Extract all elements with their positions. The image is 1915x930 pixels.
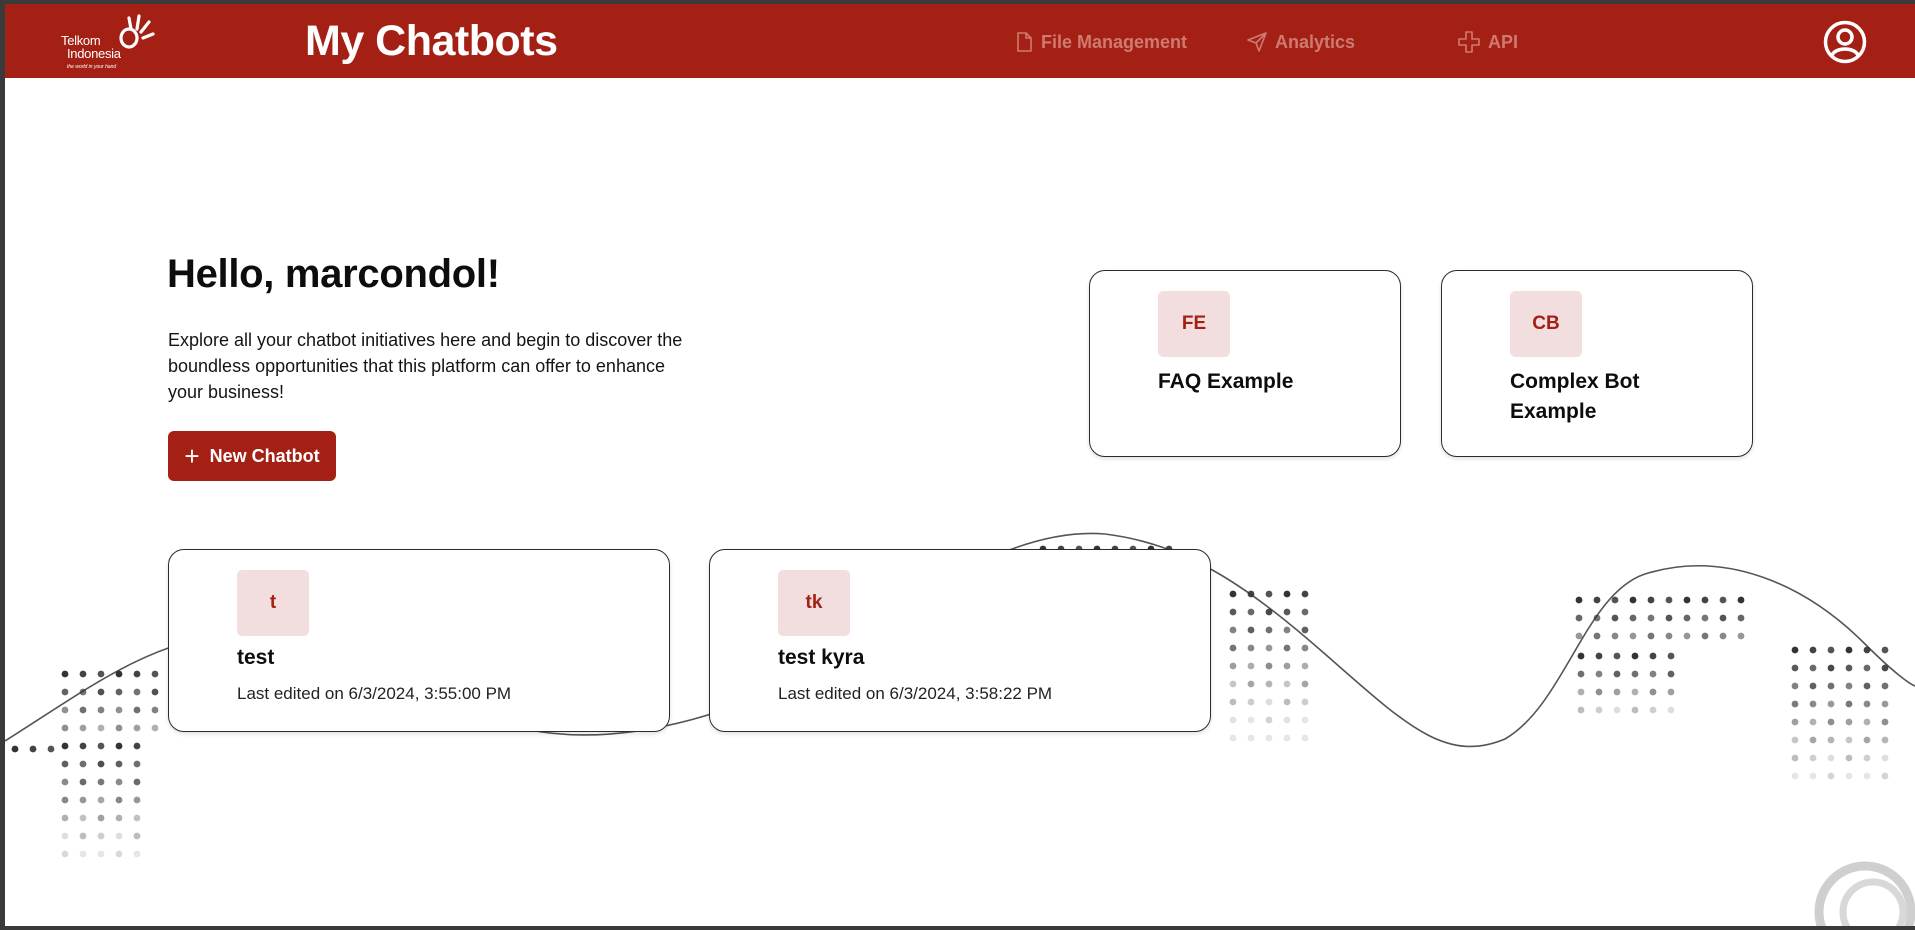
nav-file-management[interactable]: File Management <box>1015 30 1187 54</box>
file-icon <box>1017 32 1032 52</box>
template-title: FAQ Example <box>1158 370 1294 393</box>
nav-api-label: API <box>1488 31 1519 52</box>
template-card-complex-bot-example[interactable]: CB Complex Bot Example <box>1441 270 1753 457</box>
logo-tagline: the world in your hand <box>67 64 117 70</box>
chatbot-card-test-kyra[interactable]: tk test kyra Last edited on 6/3/2024, 3:… <box>709 549 1211 732</box>
nav-analytics[interactable]: Analytics <box>1247 30 1355 54</box>
plus-cross-icon <box>1458 31 1480 53</box>
chatbot-card-test[interactable]: t test Last edited on 6/3/2024, 3:55:00 … <box>168 549 670 732</box>
nav-file-management-label: File Management <box>1041 31 1188 52</box>
chatbot-initials-badge: tk <box>778 570 850 636</box>
logo-line2: Indonesia <box>67 46 121 61</box>
template-card-faq-example[interactable]: FE FAQ Example <box>1089 270 1401 457</box>
intro-text: Explore all your chatbot initiatives her… <box>168 330 683 402</box>
template-initials-badge: FE <box>1158 291 1230 357</box>
nav-analytics-label: Analytics <box>1275 31 1356 52</box>
template-initials-badge: CB <box>1510 291 1582 357</box>
telkom-logo[interactable]: Telkom Indonesia the world in your hand <box>61 12 157 74</box>
top-navbar: Telkom Indonesia the world in your hand … <box>5 4 1915 78</box>
chatbot-name: test kyra <box>778 646 865 669</box>
user-circle-icon[interactable] <box>1823 20 1867 64</box>
chatbot-last-edited: Last edited on 6/3/2024, 3:55:00 PM <box>237 684 512 703</box>
chatbot-last-edited: Last edited on 6/3/2024, 3:58:22 PM <box>778 684 1053 703</box>
template-title: Complex Bot Example <box>1510 370 1640 423</box>
new-chatbot-label: New Chatbot <box>209 445 320 466</box>
new-chatbot-button[interactable]: + New Chatbot <box>168 431 336 481</box>
app-window: Telkom Indonesia the world in your hand … <box>5 4 1915 926</box>
hand-logo-icon <box>119 14 155 49</box>
logo-wordmark: Telkom Indonesia <box>61 34 121 60</box>
chatbot-name: test <box>237 646 275 669</box>
page-title: My Chatbots <box>305 17 558 65</box>
send-icon <box>1247 32 1267 52</box>
greeting-heading: Hello, marcondol! <box>167 252 500 296</box>
chatbot-initials-badge: t <box>237 570 309 636</box>
nav-api[interactable]: API <box>1458 30 1518 54</box>
plus-icon: + <box>184 441 200 471</box>
